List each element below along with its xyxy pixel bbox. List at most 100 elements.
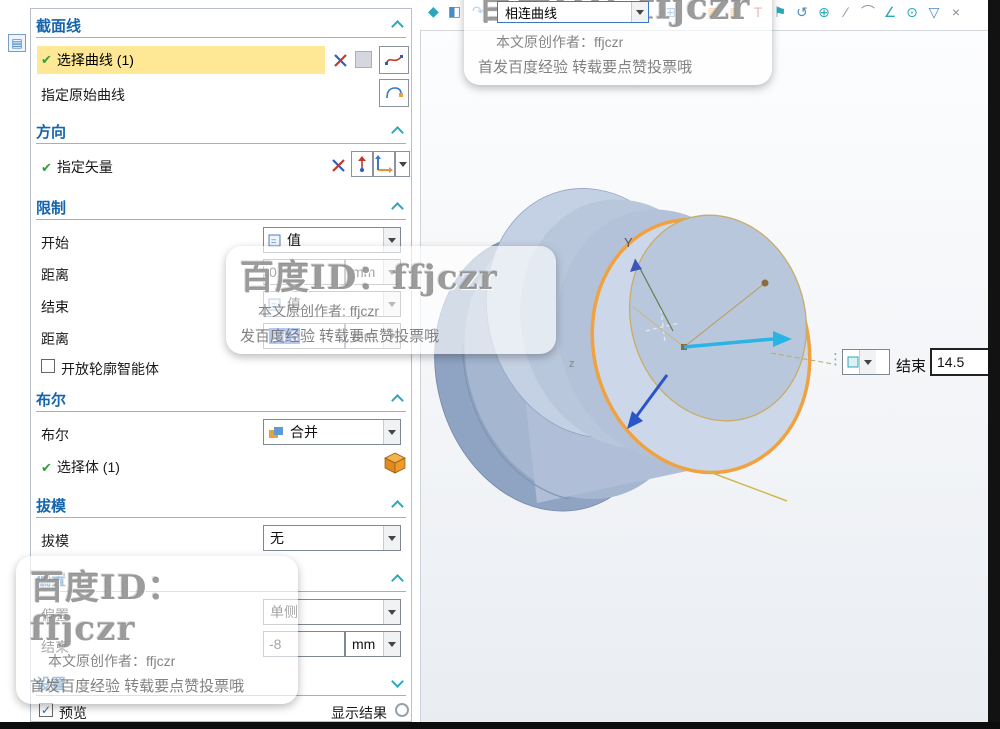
offset-combo[interactable]: 单侧 — [263, 599, 401, 625]
specify-vector-label: 指定矢量 — [56, 159, 113, 175]
diamond-icon[interactable]: ◆ — [428, 3, 439, 20]
preview-checkbox[interactable]: ✓ — [39, 703, 53, 717]
chevron-down-icon[interactable] — [383, 632, 400, 656]
floating-end-input[interactable]: 14.5 — [930, 348, 992, 376]
start-label: 开始 — [41, 235, 69, 251]
vector-constructor-icon[interactable] — [373, 151, 395, 177]
floating-mode-combo[interactable] — [842, 349, 890, 375]
chevron-down-icon[interactable] — [383, 260, 400, 284]
window-icon[interactable]: ⊞ — [662, 2, 678, 22]
collapse-icon[interactable] — [391, 126, 404, 139]
preview-label: 预览 — [59, 705, 87, 721]
chevron-down-icon[interactable] — [859, 350, 876, 374]
offset-label: 偏置 — [41, 607, 69, 623]
curve-rule-button[interactable] — [379, 46, 409, 74]
svg-text:z: z — [569, 358, 575, 370]
app-window: ◆ ◧ ↷ 相连曲线 ⊞ ≡ ▦ ▦ T ⚑ ↺ ⊕ ∕ ⌒ ∠ ⊙ ▽ × ▤ — [0, 0, 1000, 729]
open-profile-checkbox[interactable] — [41, 359, 55, 373]
origin-curve-button[interactable] — [379, 79, 409, 107]
show-result-icon[interactable] — [393, 701, 411, 719]
select-curve-row[interactable]: ✔ 选择曲线 (1) — [37, 46, 325, 74]
offset-unit-combo[interactable]: mm — [345, 631, 401, 657]
list-icon[interactable]: ≡ — [684, 2, 700, 22]
check-icon: ✔ — [41, 160, 52, 175]
group-header-draft[interactable]: 拔模 — [36, 493, 406, 518]
group-header-direction[interactable]: 方向 — [36, 119, 406, 144]
group-header-offset[interactable]: 偏置 — [36, 567, 406, 592]
chevron-down-icon[interactable] — [383, 600, 400, 624]
chevron-down-icon[interactable] — [631, 2, 648, 22]
point-constructor-icon[interactable] — [351, 151, 373, 177]
chevron-down-icon[interactable] — [383, 420, 400, 444]
expand-icon[interactable] — [391, 675, 404, 688]
triangle-icon[interactable]: ▽ — [926, 2, 942, 22]
end-mode-value: 值 — [287, 296, 301, 312]
grid2-icon[interactable]: ▦ — [728, 2, 744, 22]
group-header-settings[interactable]: 设置 — [36, 671, 406, 696]
chevron-down-icon[interactable] — [395, 151, 410, 177]
viewport-toolbar: ⊞ ≡ ▦ ▦ T ⚑ ↺ ⊕ ∕ ⌒ ∠ ⊙ ▽ × — [662, 2, 964, 22]
offset-end-label: 结束 — [41, 639, 69, 655]
check-icon: ✔ — [41, 460, 52, 475]
svg-text:=: = — [271, 300, 276, 310]
curve-rule-value: 相连曲线 — [505, 5, 558, 21]
select-body-row[interactable]: ✔ 选择体 (1) — [41, 457, 120, 477]
boolean-label: 布尔 — [41, 427, 69, 443]
start-mode-combo[interactable]: = 值 — [263, 227, 401, 253]
chevron-down-icon[interactable] — [383, 228, 400, 252]
rotate-icon[interactable]: ↺ — [794, 2, 810, 22]
group-title: 布尔 — [36, 391, 67, 409]
value-icon: = — [264, 234, 281, 247]
selected-text: 14.5 — [269, 328, 301, 344]
group-title: 拔模 — [36, 497, 67, 515]
group-header-section-line[interactable]: 截面线 — [36, 13, 406, 38]
draft-label: 拔模 — [41, 533, 69, 549]
start-distance-input[interactable]: 0 — [263, 259, 345, 285]
boolean-combo[interactable]: 合并 — [263, 419, 401, 445]
chevron-down-icon[interactable] — [383, 526, 400, 550]
collapse-icon[interactable] — [391, 20, 404, 33]
curve-rule-combo[interactable]: 相连曲线 — [497, 1, 649, 23]
curve-option-icon[interactable]: ↷ — [472, 3, 484, 20]
origin-curve-label: 指定原始曲线 — [41, 87, 125, 103]
collapse-icon[interactable] — [391, 394, 404, 407]
chevron-down-icon[interactable] — [383, 324, 400, 348]
group-title: 截面线 — [36, 17, 82, 35]
svg-text:=: = — [271, 236, 276, 246]
clear-selection-icon[interactable] — [329, 49, 351, 71]
group-header-limits[interactable]: 限制 — [36, 195, 406, 220]
end-unit-combo[interactable]: mm — [345, 323, 401, 349]
group-title: 方向 — [36, 123, 67, 141]
clear-vector-icon[interactable] — [327, 153, 349, 177]
flag-icon[interactable]: ⚑ — [772, 2, 788, 22]
angle-icon[interactable]: ∠ — [882, 2, 898, 22]
collapse-icon[interactable] — [391, 574, 404, 587]
body-cube-icon[interactable] — [381, 449, 409, 477]
point-icon[interactable]: ⊕ — [816, 2, 832, 22]
collapse-icon[interactable] — [391, 202, 404, 215]
screen-edge-bottom — [0, 722, 1000, 729]
solid-cube-icon[interactable]: ◧ — [448, 3, 461, 20]
end-mode-combo[interactable]: = 值 — [263, 291, 401, 317]
grid-icon[interactable]: ▦ — [706, 2, 722, 22]
draft-value: 无 — [270, 530, 284, 546]
draft-combo[interactable]: 无 — [263, 525, 401, 551]
close-icon[interactable]: × — [948, 2, 964, 22]
resource-bar-icon[interactable]: ▤ — [8, 34, 26, 52]
start-unit-combo[interactable]: mm — [345, 259, 401, 285]
floating-end-label: 结束 — [896, 358, 927, 375]
group-title: 设置 — [36, 675, 67, 693]
group-header-boolean[interactable]: 布尔 — [36, 387, 406, 412]
chevron-down-icon[interactable] — [383, 292, 400, 316]
unit-value: mm — [352, 636, 376, 652]
model-stepped-cylinder: Y z — [434, 188, 834, 512]
offset-end-input[interactable]: -8 — [263, 631, 345, 657]
text-icon[interactable]: T — [750, 2, 766, 22]
target-icon[interactable]: ⊙ — [904, 2, 920, 22]
collapse-icon[interactable] — [391, 500, 404, 513]
graphics-viewport[interactable]: Y z — [420, 30, 988, 722]
line-icon[interactable]: ∕ — [838, 2, 854, 22]
arc-icon[interactable]: ⌒ — [860, 2, 876, 22]
specify-vector-row[interactable]: ✔ 指定矢量 — [41, 157, 113, 177]
end-distance-input[interactable]: 14.5 — [263, 323, 345, 349]
